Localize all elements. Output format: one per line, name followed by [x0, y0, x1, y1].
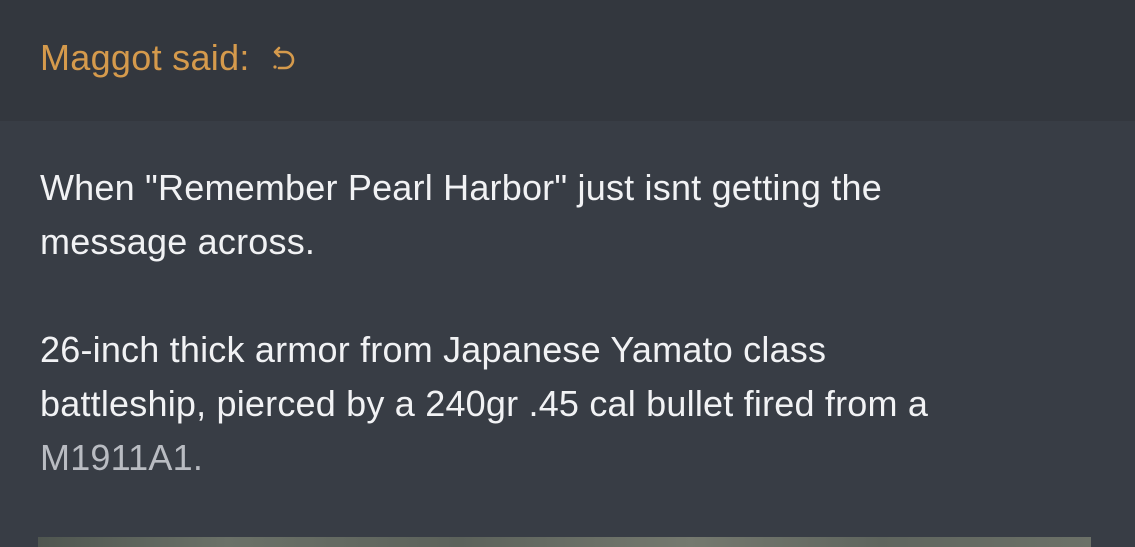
quote-header: Maggot said: [0, 0, 1135, 121]
quote-line: 26-inch thick armor from Japanese Yamato… [40, 329, 827, 370]
quote-line: battleship, pierced by a 240gr .45 cal b… [40, 383, 929, 424]
quote-paragraph: When "Remember Pearl Harbor" just isnt g… [40, 161, 1095, 269]
quote-paragraph: 26-inch thick armor from Japanese Yamato… [40, 323, 1095, 485]
quote-block: Maggot said: When "Remember Pearl Harbor… [0, 0, 1135, 547]
reply-arrow-icon[interactable] [270, 43, 300, 73]
quote-content: When "Remember Pearl Harbor" just isnt g… [0, 121, 1135, 485]
quote-author-link[interactable]: Maggot said: [40, 37, 250, 79]
quote-line: When "Remember Pearl Harbor" just isnt g… [40, 167, 882, 208]
quote-line-link[interactable]: M1911A1. [40, 437, 203, 478]
quote-line: message across. [40, 221, 316, 262]
attached-image-preview[interactable] [38, 537, 1091, 547]
